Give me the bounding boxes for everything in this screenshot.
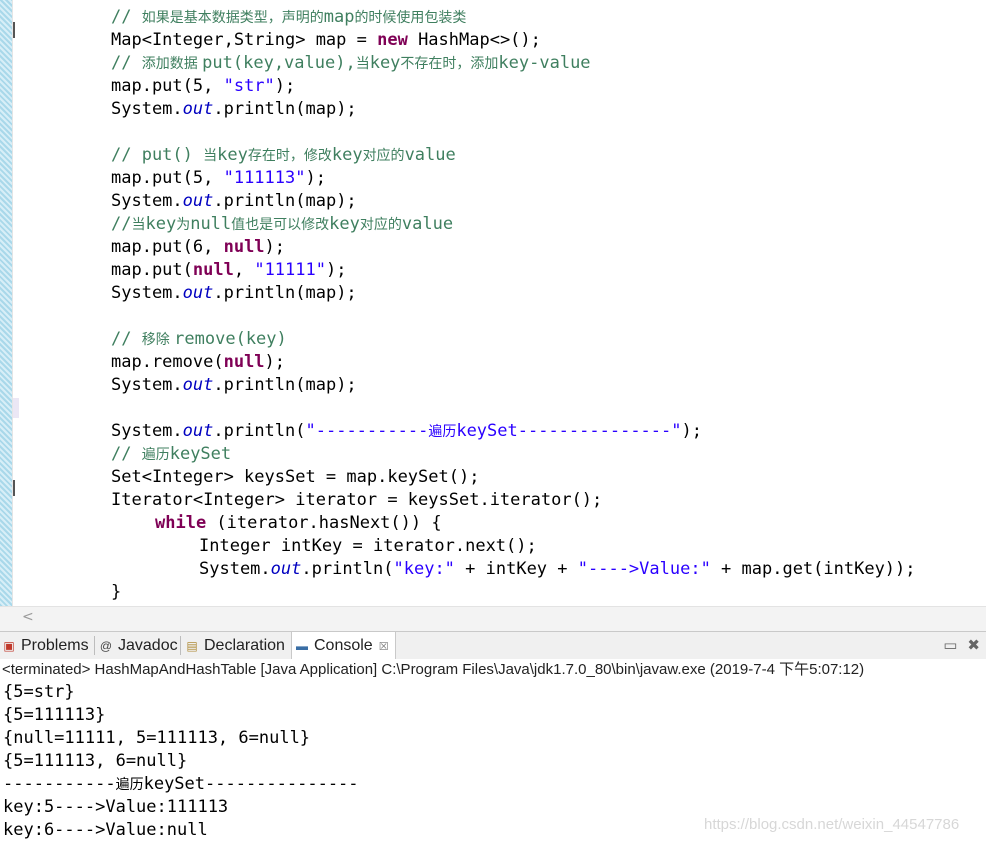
tab-label: Javadoc	[118, 637, 178, 654]
tab-console[interactable]: ▬ Console ☒	[291, 631, 396, 660]
close-tab-icon[interactable]: ☒	[379, 641, 389, 653]
change-marker	[13, 398, 19, 418]
code-line: Set<Integer> keysSet = map.keySet();	[111, 467, 480, 487]
code-line: System.out.println("key:" + intKey + "--…	[199, 559, 916, 579]
code-line: //当key为null值也是可以修改key对应的value	[111, 214, 454, 234]
console-line: key:5---->Value:111113	[3, 797, 229, 817]
tab-javadoc[interactable]: @ Javadoc	[99, 632, 178, 659]
code-line: Iterator<Integer> iterator = keysSet.ite…	[111, 490, 603, 510]
scroll-left-arrow-icon[interactable]: <	[22, 609, 34, 625]
console-line: {5=str}	[3, 682, 75, 702]
code-line: // 如果是基本数据类型，声明的map的时候使用包装类	[111, 7, 467, 27]
gutter-marker	[13, 480, 21, 496]
gutter-marker	[13, 22, 21, 38]
code-line: while (iterator.hasNext()) {	[155, 513, 442, 533]
code-line: // 添加数据 put(key,value),当key不存在时，添加key-va…	[111, 53, 591, 73]
code-line: Map<Integer,String> map = new HashMap<>(…	[111, 30, 541, 50]
code-line: System.out.println(map);	[111, 99, 357, 119]
tab-problems[interactable]: ▣ Problems	[2, 632, 89, 659]
console-line: key:6---->Value:null	[3, 820, 208, 840]
code-line: map.put(6, null);	[111, 237, 286, 257]
code-line: System.out.println(map);	[111, 283, 357, 303]
code-line: map.put(null, "11111");	[111, 260, 347, 280]
code-line: System.out.println(map);	[111, 375, 357, 395]
view-tab-bar: ▣ Problems @ Javadoc ▤ Declaration ▬ Console…	[0, 631, 986, 660]
tab-label: Problems	[21, 637, 89, 654]
editor-gutter	[12, 0, 21, 606]
console-line: -----------遍历keySet---------------	[3, 774, 359, 794]
code-line: // put() 当key存在时，修改key对应的value	[111, 145, 456, 165]
declaration-icon: ▤	[186, 639, 198, 653]
close-view-icon[interactable]: ✖	[967, 636, 980, 654]
tab-label: Console	[314, 637, 373, 654]
tab-separator	[94, 636, 95, 655]
code-line: }	[111, 582, 122, 602]
code-line: map.put(5, "str");	[111, 76, 296, 96]
minimize-view-icon[interactable]: ▭	[943, 636, 957, 654]
console-line: {null=11111, 5=111113, 6=null}	[3, 728, 311, 748]
code-line: map.put(5, "111113");	[111, 168, 326, 188]
console-line: {5=111113}	[3, 705, 106, 725]
code-editor[interactable]: // 如果是基本数据类型，声明的map的时候使用包装类 Map<Integer,…	[0, 0, 986, 606]
editor-left-ruler	[0, 0, 12, 606]
at-icon: @	[99, 639, 113, 653]
tab-declaration[interactable]: ▤ Declaration	[185, 632, 285, 659]
tab-separator	[180, 636, 181, 655]
tab-label: Declaration	[204, 637, 285, 654]
code-line: map.remove(null);	[111, 352, 286, 372]
code-line: Integer intKey = iterator.next();	[199, 536, 537, 556]
code-line: System.out.println("-----------遍历keySet-…	[111, 421, 702, 441]
console-icon: ▬	[296, 639, 308, 653]
console-line: {5=111113, 6=null}	[3, 751, 188, 771]
view-controls: ▭ ✖	[933, 636, 980, 654]
console-status-line: <terminated> HashMapAndHashTable [Java A…	[0, 659, 986, 682]
problems-icon: ▣	[3, 639, 15, 653]
code-line: // 遍历keySet	[111, 444, 232, 464]
code-line: System.out.println(map);	[111, 191, 357, 211]
horizontal-scrollbar[interactable]: <	[0, 606, 986, 631]
watermark: https://blog.csdn.net/weixin_44547786	[704, 816, 960, 833]
code-line: // 移除 remove(key)	[111, 329, 287, 349]
